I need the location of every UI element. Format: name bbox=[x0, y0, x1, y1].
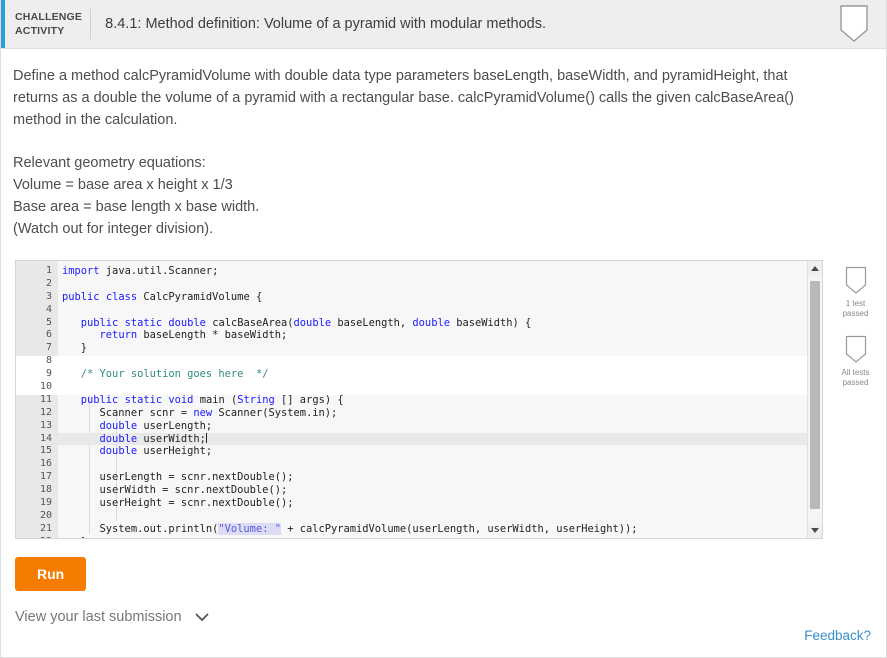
code-line[interactable]: double userWidth; bbox=[58, 433, 822, 446]
line-number: 17 bbox=[16, 471, 58, 484]
code-line[interactable]: /* Your solution goes here */ bbox=[58, 368, 822, 381]
shield-badge-icon bbox=[838, 4, 870, 44]
line-number: 22 bbox=[16, 536, 58, 539]
line-number: 10 bbox=[16, 381, 58, 394]
line-number: 4 bbox=[16, 304, 58, 317]
line-number: 13 bbox=[16, 420, 58, 433]
geometry-line-base-area: Base area = base length x base width. bbox=[13, 196, 874, 218]
challenge-activity-label-line2: ACTIVITY bbox=[15, 24, 82, 38]
code-lines[interactable]: import java.util.Scanner; public class Ca… bbox=[58, 261, 822, 538]
code-line[interactable] bbox=[58, 304, 822, 317]
triangle-down-icon bbox=[811, 528, 819, 533]
description-paragraph: Define a method calcPyramidVolume with d… bbox=[13, 65, 831, 131]
challenge-activity-header: CHALLENGE ACTIVITY 8.4.1: Method definit… bbox=[1, 0, 886, 49]
line-number: 14 bbox=[16, 433, 58, 446]
code-line[interactable]: public static double calcBaseArea(double… bbox=[58, 317, 822, 330]
editor-vertical-scrollbar[interactable] bbox=[807, 261, 822, 538]
line-number: 12 bbox=[16, 407, 58, 420]
code-line[interactable]: public static void main (String [] args)… bbox=[58, 394, 822, 407]
scroll-up-button[interactable] bbox=[808, 261, 822, 276]
code-editor[interactable]: 12345678910111213141516171819202122 impo… bbox=[15, 260, 823, 539]
run-button[interactable]: Run bbox=[15, 557, 86, 591]
code-line[interactable]: return baseLength * baseWidth; bbox=[58, 329, 822, 342]
line-number: 6 bbox=[16, 329, 58, 342]
header-trophy-wrap bbox=[822, 0, 886, 48]
problem-description: Define a method calcPyramidVolume with d… bbox=[1, 49, 886, 240]
code-line[interactable]: } bbox=[58, 342, 822, 355]
code-line[interactable] bbox=[58, 355, 822, 368]
test-result-item[interactable]: All testspassed bbox=[826, 335, 886, 388]
code-line[interactable] bbox=[58, 278, 822, 291]
geometry-heading: Relevant geometry equations: bbox=[13, 152, 874, 174]
code-line[interactable]: userWidth = scnr.nextDouble(); bbox=[58, 484, 822, 497]
shield-badge-icon bbox=[844, 266, 868, 295]
line-numbers: 12345678910111213141516171819202122 bbox=[16, 261, 58, 539]
challenge-activity-label: CHALLENGE ACTIVITY bbox=[5, 0, 90, 48]
geometry-line-volume: Volume = base area x height x 1/3 bbox=[13, 174, 874, 196]
feedback-link[interactable]: Feedback? bbox=[804, 628, 871, 643]
line-number: 5 bbox=[16, 317, 58, 330]
code-line[interactable]: import java.util.Scanner; bbox=[58, 265, 822, 278]
code-line[interactable]: System.out.println("Volume: " + calcPyra… bbox=[58, 523, 822, 536]
text-cursor bbox=[206, 433, 207, 443]
geometry-equations: Relevant geometry equations: Volume = ba… bbox=[13, 152, 874, 240]
geometry-line-warning: (Watch out for integer division). bbox=[13, 218, 874, 240]
line-number-gutter: 12345678910111213141516171819202122 bbox=[16, 261, 58, 538]
editor-region: 12345678910111213141516171819202122 impo… bbox=[1, 260, 886, 539]
test-result-caption: All testspassed bbox=[826, 368, 886, 388]
line-number: 21 bbox=[16, 523, 58, 536]
code-line[interactable]: double userHeight; bbox=[58, 445, 822, 458]
shield-badge-icon bbox=[844, 335, 868, 364]
feedback-row: Feedback? bbox=[804, 627, 871, 645]
view-submission-row: View your last submission bbox=[1, 591, 886, 625]
test-results-panel: 1 testpassed All testspassed bbox=[823, 260, 887, 539]
challenge-activity-page: CHALLENGE ACTIVITY 8.4.1: Method definit… bbox=[0, 0, 887, 658]
scroll-down-button[interactable] bbox=[808, 523, 822, 538]
line-number: 7 bbox=[16, 342, 58, 355]
code-line[interactable]: double userLength; bbox=[58, 420, 822, 433]
line-number: 15 bbox=[16, 445, 58, 458]
code-line[interactable]: Scanner scnr = new Scanner(System.in); bbox=[58, 407, 822, 420]
code-line[interactable]: } bbox=[58, 536, 822, 538]
code-line[interactable] bbox=[58, 381, 822, 394]
code-text-area[interactable]: import java.util.Scanner; public class Ca… bbox=[58, 261, 822, 538]
line-number: 8 bbox=[16, 355, 58, 368]
triangle-up-icon bbox=[811, 266, 819, 271]
line-number: 19 bbox=[16, 497, 58, 510]
line-number: 16 bbox=[16, 458, 58, 471]
code-line[interactable]: userHeight = scnr.nextDouble(); bbox=[58, 497, 822, 510]
challenge-activity-label-line1: CHALLENGE bbox=[15, 10, 82, 24]
code-line[interactable] bbox=[58, 510, 822, 523]
page-title: 8.4.1: Method definition: Volume of a py… bbox=[91, 0, 822, 48]
line-number: 1 bbox=[16, 265, 58, 278]
test-result-caption: 1 testpassed bbox=[826, 299, 886, 319]
line-number: 11 bbox=[16, 394, 58, 407]
line-number: 20 bbox=[16, 510, 58, 523]
run-row: Run bbox=[1, 539, 886, 591]
code-line[interactable] bbox=[58, 458, 822, 471]
line-number: 2 bbox=[16, 278, 58, 291]
line-number: 9 bbox=[16, 368, 58, 381]
test-result-item[interactable]: 1 testpassed bbox=[826, 266, 886, 319]
chevron-down-icon[interactable] bbox=[194, 611, 210, 624]
code-line[interactable]: userLength = scnr.nextDouble(); bbox=[58, 471, 822, 484]
line-number: 3 bbox=[16, 291, 58, 304]
view-last-submission-link[interactable]: View your last submission bbox=[15, 609, 182, 625]
line-number: 18 bbox=[16, 484, 58, 497]
code-line[interactable]: public class CalcPyramidVolume { bbox=[58, 291, 822, 304]
scrollbar-thumb[interactable] bbox=[810, 281, 820, 509]
